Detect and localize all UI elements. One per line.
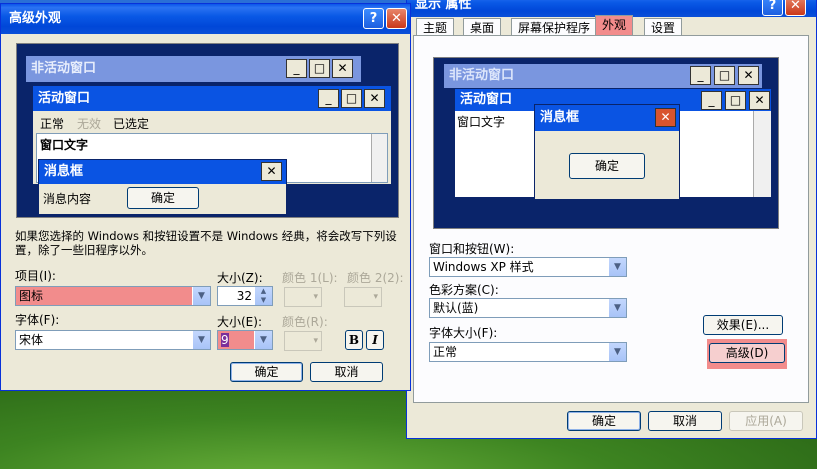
info-text: 如果您选择的 Windows 和按钮设置不是 Windows 经典，将会改写下列…: [15, 229, 397, 257]
window-title: 显示 属性: [415, 0, 472, 12]
minimize-icon: _: [318, 89, 339, 108]
preview-window-text: 窗口文字: [457, 115, 506, 129]
effects-button[interactable]: 效果(E)...: [703, 315, 783, 335]
font-color-picker[interactable]: ▾: [284, 331, 322, 351]
maximize-icon: □: [725, 91, 746, 110]
spin-updown-icon[interactable]: ▲ ▼: [254, 287, 272, 305]
font-select[interactable]: 宋体 ▼: [15, 330, 211, 350]
font-size-select[interactable]: 正常 ▼: [429, 342, 627, 362]
chevron-down-icon: ▾: [313, 336, 318, 346]
chevron-down-icon: ▾: [373, 292, 378, 302]
close-icon: ✕: [738, 66, 759, 85]
minimize-icon: _: [701, 91, 722, 110]
bold-button[interactable]: B: [345, 330, 363, 350]
tab-settings[interactable]: 设置: [644, 18, 683, 36]
preview-scrollbar: [371, 134, 387, 182]
item-label: 项目(I):: [15, 269, 56, 283]
help-icon[interactable]: ?: [762, 0, 783, 16]
chevron-down-icon[interactable]: ▼: [608, 258, 626, 276]
font-size-select[interactable]: 9 ▼: [217, 330, 273, 350]
tab-desktop[interactable]: 桌面: [463, 18, 502, 36]
help-icon[interactable]: ?: [363, 8, 384, 29]
tab-screensaver[interactable]: 屏幕保护程序: [511, 18, 598, 36]
preview-inactive-window: 非活动窗口 _ □ ✕: [444, 64, 762, 88]
close-icon[interactable]: ✕: [785, 0, 806, 16]
chevron-down-icon[interactable]: ▼: [192, 331, 210, 349]
maximize-icon: □: [714, 66, 735, 85]
close-icon: ✕: [261, 162, 282, 181]
close-icon: ✕: [332, 59, 353, 78]
advanced-button[interactable]: 高级(D): [709, 343, 785, 363]
tab-themes[interactable]: 主题: [416, 18, 455, 36]
advanced-titlebar[interactable]: 高级外观: [1, 4, 410, 34]
preview-message-box: 消息框 ✕ 消息内容 确定: [38, 159, 287, 215]
maximize-icon: □: [341, 89, 362, 108]
cancel-button[interactable]: 取消: [310, 362, 383, 382]
cancel-button[interactable]: 取消: [648, 411, 722, 431]
item-select[interactable]: 图标 ▼: [15, 286, 211, 306]
color2-picker[interactable]: ▾: [344, 287, 382, 307]
tab-appearance[interactable]: 外观: [595, 15, 634, 36]
minimize-icon: _: [690, 66, 711, 85]
color1-label: 颜色 1(L):: [282, 271, 338, 285]
color-scheme-label: 色彩方案(C):: [429, 283, 499, 297]
size-spinner[interactable]: 32 ▲ ▼: [217, 286, 273, 306]
preview-inactive-window: 非活动窗口 _ □ ✕: [26, 56, 361, 82]
appearance-preview: 非活动窗口 _ □ ✕ 活动窗口 _ □ ✕ 窗口文字 消息框 ✕ 确定: [433, 57, 779, 229]
window-title: 高级外观: [9, 11, 62, 26]
preview-window-text: 窗口文字: [40, 138, 89, 152]
color-scheme-select[interactable]: 默认(蓝) ▼: [429, 298, 627, 318]
italic-button[interactable]: I: [366, 330, 384, 350]
ok-button[interactable]: 确定: [230, 362, 303, 382]
chevron-down-icon[interactable]: ▼: [608, 299, 626, 317]
maximize-icon: □: [309, 59, 330, 78]
menu-disabled: 无效: [77, 117, 102, 131]
font-size-label: 字体大小(F):: [429, 326, 498, 340]
chevron-down-icon: ▾: [313, 292, 318, 302]
minimize-icon: _: [286, 59, 307, 78]
menu-selected: 已选定: [113, 117, 150, 131]
close-icon: ✕: [749, 91, 770, 110]
chevron-down-icon[interactable]: ▼: [192, 287, 210, 305]
preview-ok-button: 确定: [569, 153, 645, 179]
font-color-label: 颜色(R):: [282, 315, 328, 329]
chevron-down-icon[interactable]: ▼: [608, 343, 626, 361]
font-size-label: 大小(E):: [217, 315, 262, 329]
color2-label: 颜色 2(2):: [347, 271, 404, 285]
chevron-down-icon[interactable]: ▼: [254, 331, 272, 349]
close-icon: ✕: [655, 108, 676, 127]
close-icon[interactable]: ✕: [386, 8, 407, 29]
apply-button[interactable]: 应用(A): [729, 411, 803, 431]
preview-scrollbar: [753, 111, 771, 197]
advanced-preview: 非活动窗口 _ □ ✕ 活动窗口 _ □ ✕ 正常 无效 已选定 窗口文字 消息…: [16, 43, 399, 218]
windows-buttons-select[interactable]: Windows XP 样式 ▼: [429, 257, 627, 277]
preview-message-text: 消息内容: [43, 192, 92, 206]
menu-normal: 正常: [40, 117, 65, 131]
display-properties-window: 显示 属性 ? ✕ 主题 桌面 屏幕保护程序 外观 设置 非活动窗口 _ □ ✕…: [406, 0, 817, 439]
advanced-appearance-window: 高级外观 ? ✕ 非活动窗口 _ □ ✕ 活动窗口 _ □ ✕ 正常 无效 已选…: [0, 3, 411, 391]
preview-message-box: 消息框 ✕ 确定: [534, 104, 680, 200]
preview-ok-button: 确定: [127, 187, 199, 209]
ok-button[interactable]: 确定: [567, 411, 641, 431]
windows-buttons-label: 窗口和按钮(W):: [429, 242, 515, 256]
color1-picker[interactable]: ▾: [284, 287, 322, 307]
close-icon: ✕: [364, 89, 385, 108]
size-label: 大小(Z):: [217, 271, 263, 285]
font-label: 字体(F):: [15, 313, 60, 327]
